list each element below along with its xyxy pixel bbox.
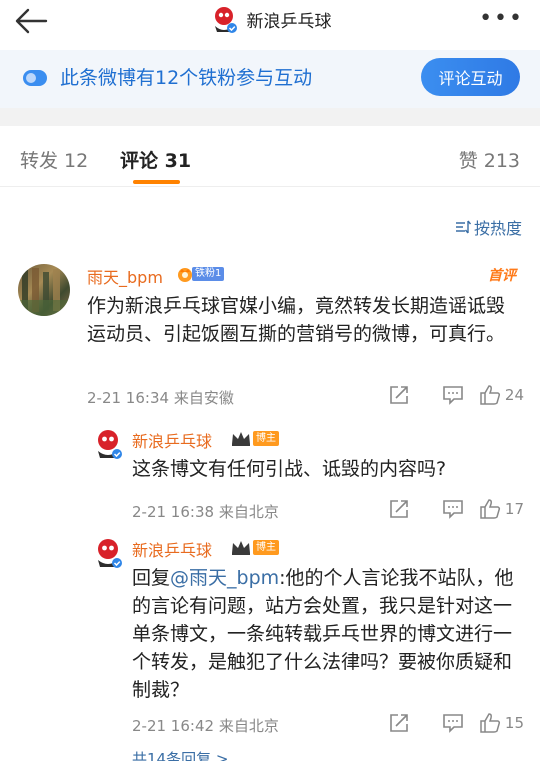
comment-actions: 24 xyxy=(356,385,524,405)
reply-text: 回复@雨天_bpm:他的个人言论我不站队，他的言论有问题，站方会处置，我只是针对… xyxy=(132,564,522,704)
reply-meta: 2-21 16:42 来自北京 xyxy=(132,715,279,736)
thumbs-up-icon xyxy=(480,713,500,733)
host-badge: 博主 xyxy=(230,538,279,556)
like-count: 15 xyxy=(504,714,524,732)
section-divider xyxy=(0,108,540,126)
fan-badge: 铁粉1 xyxy=(176,265,225,283)
reply-prefix: 回复 xyxy=(132,567,171,589)
avatar-photo-icon xyxy=(18,268,70,316)
reply-meta: 2-21 16:38 来自北京 xyxy=(132,501,279,522)
host-badge-label: 博主 xyxy=(253,430,279,446)
tab-comments[interactable]: 评论 31 xyxy=(120,146,191,173)
commenter-username[interactable]: 雨天_bpm xyxy=(87,264,163,288)
like-button[interactable]: 15 xyxy=(464,713,524,733)
page-title: 新浪乒乓球 xyxy=(246,11,332,32)
share-icon xyxy=(390,714,408,732)
reply-actions: 17 xyxy=(356,499,524,519)
first-comment-mark: 首评 xyxy=(488,268,516,284)
banner-text: 此条微博有12个铁粉参与互动 xyxy=(60,67,313,89)
reply-time: 2-21 16:42 xyxy=(132,717,215,735)
active-tab-indicator xyxy=(133,180,180,184)
sort-label: 按热度 xyxy=(473,219,522,238)
like-button[interactable]: 24 xyxy=(464,385,524,405)
reply-location: 来自北京 xyxy=(218,717,279,735)
reply-time: 2-21 16:38 xyxy=(132,503,215,521)
reply-button[interactable] xyxy=(410,499,464,519)
comment-icon xyxy=(443,714,463,733)
title-group[interactable]: 新浪乒乓球 xyxy=(0,4,540,34)
like-button[interactable]: 17 xyxy=(464,499,524,519)
share-button[interactable] xyxy=(356,499,410,519)
share-button[interactable] xyxy=(356,713,410,733)
comment-meta: 2-21 16:34 来自安徽 xyxy=(87,387,234,408)
share-button[interactable] xyxy=(356,385,410,405)
host-badge-label: 博主 xyxy=(253,539,279,555)
comment-text: 作为新浪乒乓球官媒小编，竟然转发长期造谣诋毁运动员、引起饭圈互撕的营销号的微博，… xyxy=(87,295,506,345)
thumbs-up-icon xyxy=(480,499,500,519)
like-count: 17 xyxy=(504,500,524,518)
share-icon xyxy=(390,500,408,518)
sort-by-hot-button[interactable]: 按热度 xyxy=(455,215,522,239)
reply-button[interactable] xyxy=(410,385,464,405)
sort-icon xyxy=(455,220,471,234)
divider xyxy=(0,186,540,187)
thumbs-up-icon xyxy=(480,385,500,405)
reply-avatar-icon[interactable] xyxy=(92,537,124,569)
share-icon xyxy=(390,386,408,404)
reply-location: 来自北京 xyxy=(218,503,279,521)
reply-actions: 15 xyxy=(356,713,524,733)
fan-interaction-banner: 此条微博有12个铁粉参与互动 评论互动 xyxy=(0,50,540,108)
comment-time: 2-21 16:34 xyxy=(87,389,170,407)
crown-icon xyxy=(232,432,250,446)
like-count: 24 xyxy=(504,386,524,404)
toggle-icon xyxy=(23,70,47,86)
reply-avatar-icon[interactable] xyxy=(92,428,124,460)
host-badge: 博主 xyxy=(230,429,279,447)
commenter-avatar[interactable] xyxy=(18,264,70,316)
crown-icon xyxy=(232,541,250,555)
reply-text: 这条博文有任何引战、诋毁的内容吗? xyxy=(132,458,447,480)
more-replies-link[interactable]: 共14条回复 > xyxy=(132,748,228,761)
comment-location: 来自安徽 xyxy=(173,389,234,407)
comment-icon xyxy=(443,500,463,519)
top-bar: 新浪乒乓球 ••• xyxy=(0,0,540,42)
comment-interaction-button[interactable]: 评论互动 xyxy=(421,58,520,96)
tab-bar: 转发 12 评论 31 赞 213 xyxy=(0,126,540,186)
tab-likes[interactable]: 赞 213 xyxy=(459,146,520,173)
comment-icon xyxy=(443,386,463,405)
account-avatar-icon xyxy=(214,7,237,33)
tab-repost[interactable]: 转发 12 xyxy=(20,146,88,173)
reply-button[interactable] xyxy=(410,713,464,733)
reply-username[interactable]: 新浪乒乓球 xyxy=(132,428,212,452)
mention-link[interactable]: @雨天_bpm xyxy=(170,567,279,589)
reply-username[interactable]: 新浪乒乓球 xyxy=(132,537,212,561)
more-options-icon[interactable]: ••• xyxy=(479,8,524,30)
fan-badge-label: 铁粉1 xyxy=(192,267,225,281)
